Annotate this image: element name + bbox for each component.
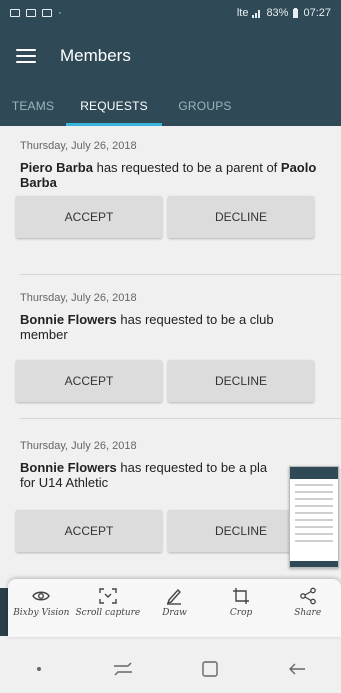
tool-label: Share [294, 608, 322, 618]
back-icon[interactable] [287, 662, 307, 676]
eye-icon [31, 587, 51, 605]
app-bar: Members [0, 26, 341, 86]
request-card: Thursday, July 26, 2018 Bonnie Flowers h… [20, 292, 341, 342]
tool-label: Bixby Vision [13, 608, 70, 618]
battery-percent: 83% [266, 7, 289, 19]
decline-button[interactable]: DECLINE [168, 196, 314, 238]
recent-apps-icon[interactable] [112, 661, 134, 677]
requester-name: Bonnie Flowers [20, 460, 117, 475]
tab-groups[interactable]: GROUPS [162, 86, 248, 126]
pen-icon [164, 587, 184, 605]
requester-name: Piero Barba [20, 160, 93, 175]
gallery-icon [10, 9, 20, 17]
dot-icon [36, 667, 41, 671]
system-nav-bar [0, 645, 341, 693]
accept-button[interactable]: ACCEPT [16, 510, 162, 552]
request-date: Thursday, July 26, 2018 [20, 292, 137, 304]
request-date: Thursday, July 26, 2018 [20, 140, 137, 152]
tab-bar: TEAMS REQUESTS GROUPS [0, 86, 341, 126]
request-message: Piero Barba has requested to be a parent… [20, 160, 341, 190]
page-title: Members [60, 46, 131, 65]
status-bar: · lte 83% 07:27 [0, 0, 341, 26]
screenshot-toolbar: Bixby Vision Scroll capture Draw Crop Sh… [8, 579, 341, 637]
request-text-line2: for U14 Athletic [20, 475, 109, 490]
request-date: Thursday, July 26, 2018 [20, 440, 137, 452]
request-text: has requested to be a parent of [92, 160, 281, 175]
scroll-capture-icon [98, 587, 118, 605]
divider [20, 274, 341, 275]
status-dot: · [58, 7, 62, 19]
tab-teams[interactable]: TEAMS [0, 86, 66, 126]
signal-icon [252, 9, 261, 18]
network-label: lte [236, 7, 249, 19]
tool-label: Draw [162, 608, 187, 618]
accept-button[interactable]: ACCEPT [16, 196, 162, 238]
draw-button[interactable]: Draw [141, 579, 208, 637]
clock: 07:27 [303, 7, 331, 19]
request-text: has requested to be a pla [116, 460, 268, 475]
screenshot-thumbnail[interactable] [289, 466, 339, 568]
battery-icon [293, 8, 299, 18]
request-card: Thursday, July 26, 2018 Piero Barba has … [20, 140, 341, 190]
accept-button[interactable]: ACCEPT [16, 360, 162, 402]
divider [20, 418, 341, 419]
decline-button[interactable]: DECLINE [168, 360, 314, 402]
bixby-vision-button[interactable]: Bixby Vision [8, 579, 75, 637]
notification-icon [42, 9, 52, 17]
tool-label: Crop [229, 608, 253, 618]
request-message: Bonnie Flowers has requested to be a clu… [20, 312, 341, 342]
tool-label: Scroll capture [75, 608, 141, 618]
home-icon[interactable] [201, 660, 219, 678]
message-icon [26, 9, 36, 17]
tab-requests[interactable]: REQUESTS [66, 86, 162, 126]
menu-icon[interactable] [16, 49, 36, 63]
crop-button[interactable]: Crop [208, 579, 275, 637]
scroll-capture-button[interactable]: Scroll capture [75, 579, 142, 637]
requester-name: Bonnie Flowers [20, 312, 117, 327]
share-icon [298, 587, 318, 605]
crop-icon [231, 587, 251, 605]
share-button[interactable]: Share [274, 579, 341, 637]
